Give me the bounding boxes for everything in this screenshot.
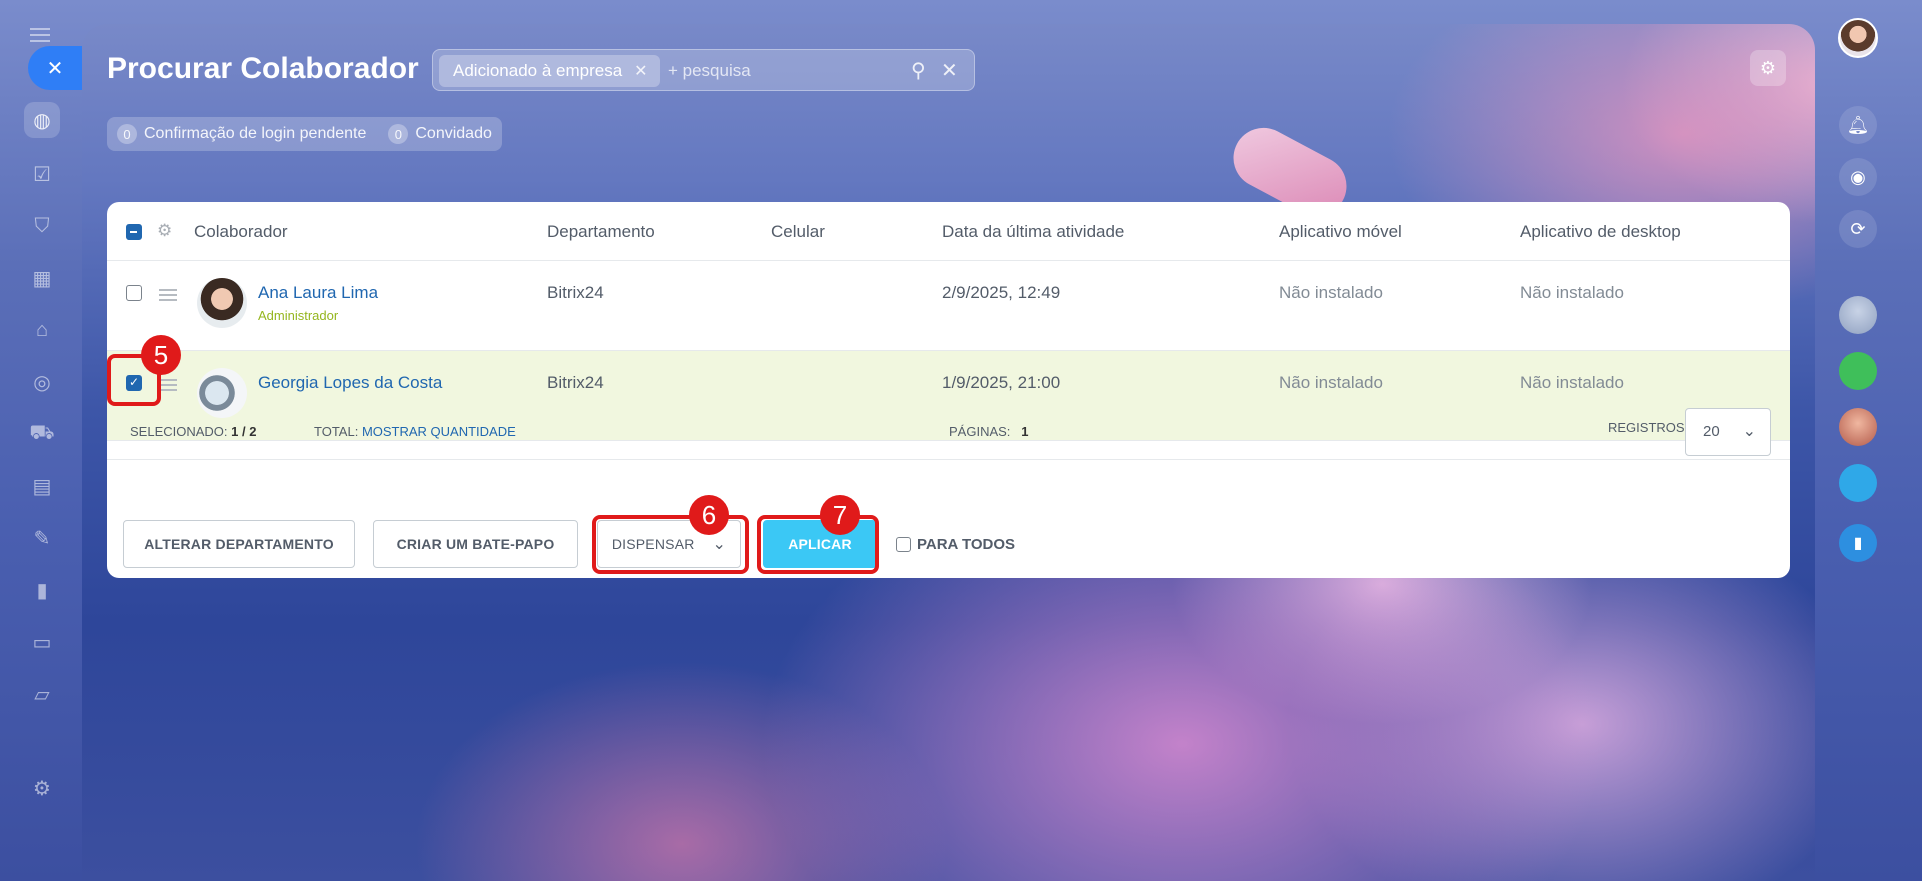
column-header-desktop-app[interactable]: Aplicativo de desktop xyxy=(1520,222,1681,242)
counter-number: 0 xyxy=(117,124,137,144)
bookmark-icon[interactable]: ▮ xyxy=(1839,524,1877,562)
counter-bar: 0 Confirmação de login pendente 0 Convid… xyxy=(107,117,502,151)
column-header-last-activity[interactable]: Data da última atividade xyxy=(942,222,1124,242)
mobile-app-cell: Não instalado xyxy=(1279,373,1383,392)
mobile-app-cell: Não instalado xyxy=(1279,283,1383,302)
department-cell: Bitrix24 xyxy=(547,283,604,302)
menu-icon[interactable] xyxy=(30,28,50,42)
bell-icon[interactable]: 🔔︎ xyxy=(1839,106,1877,144)
search-bar[interactable]: Adicionado à empresa ✕ ⚲ ✕ xyxy=(432,49,975,91)
employee-grid: ⚙ Colaborador Departamento Celular Data … xyxy=(107,202,1790,578)
selected-label: SELECIONADO: xyxy=(130,424,228,439)
last-activity-cell: 2/9/2025, 12:49 xyxy=(942,283,1061,302)
department-cell: Bitrix24 xyxy=(547,373,604,392)
page-settings-button[interactable]: ⚙ xyxy=(1750,50,1786,86)
pages-indicator: PÁGINAS: 1 xyxy=(949,424,1029,439)
column-header-employee[interactable]: Colaborador xyxy=(194,222,288,242)
grid-header: ⚙ Colaborador Departamento Celular Data … xyxy=(107,202,1790,261)
selected-count: SELECIONADO: 1 / 2 xyxy=(130,424,256,439)
app-green-icon[interactable] xyxy=(1839,352,1877,390)
drag-handle-icon[interactable] xyxy=(159,379,177,391)
selected-value: 1 / 2 xyxy=(231,424,257,439)
annotation-badge: 6 xyxy=(689,495,729,535)
counter-invited[interactable]: 0 Convidado xyxy=(388,124,492,144)
annotation-highlight-apply xyxy=(757,515,879,574)
close-slider-button[interactable]: ✕ xyxy=(28,46,82,90)
desktop-app-cell: Não instalado xyxy=(1520,283,1624,302)
contacts-icon[interactable]: ▭ xyxy=(24,624,60,660)
create-chat-button[interactable]: CRIAR UM BATE-PAPO xyxy=(373,520,578,568)
change-department-button[interactable]: ALTERAR DEPARTAMENTO xyxy=(123,520,355,568)
annotation-badge: 5 xyxy=(141,335,181,375)
counter-label: Confirmação de login pendente xyxy=(144,125,367,142)
target-icon[interactable]: ◎ xyxy=(24,364,60,400)
left-sidebar: ◍ ☑ ⛉ ▦ ⌂ ◎ ⛟ ▤ ✎ ▮ ▭ ▱ ⚙ xyxy=(0,0,82,881)
total-label: TOTAL: xyxy=(314,424,359,439)
counter-label: Convidado xyxy=(415,125,492,142)
table-row[interactable]: Ana Laura Lima Administrador Bitrix24 2/… xyxy=(107,261,1790,351)
cart-icon[interactable]: ⛟ xyxy=(24,416,60,452)
settings-sidebar-icon[interactable]: ⚙ xyxy=(24,770,60,806)
annotation-badge: 7 xyxy=(820,495,860,535)
records-label: REGISTROS: xyxy=(1608,420,1689,435)
feed-icon[interactable]: ◍ xyxy=(24,102,60,138)
column-header-phone[interactable]: Celular xyxy=(771,222,825,242)
select-all-checkbox[interactable] xyxy=(126,224,142,240)
analytics-icon[interactable]: ▮ xyxy=(24,572,60,608)
contact-avatar-2[interactable] xyxy=(1839,408,1877,446)
gear-icon: ⚙ xyxy=(1759,57,1777,78)
inbox-icon[interactable]: ▱ xyxy=(24,676,60,712)
remove-filter-icon[interactable]: ✕ xyxy=(634,61,647,81)
counter-number: 0 xyxy=(388,124,409,144)
copilot-icon[interactable]: ◉ xyxy=(1839,158,1877,196)
column-header-mobile-app[interactable]: Aplicativo móvel xyxy=(1279,222,1402,242)
avatar xyxy=(197,278,247,328)
clear-search-icon[interactable]: ✕ xyxy=(941,58,958,83)
close-icon: ✕ xyxy=(46,57,64,80)
employee-name-link[interactable]: Ana Laura Lima xyxy=(258,283,378,303)
page-title: Procurar Colaborador xyxy=(107,52,419,85)
calendar-icon[interactable]: ▦ xyxy=(24,260,60,296)
sign-icon[interactable]: ✎ xyxy=(24,520,60,556)
store-icon[interactable]: ⌂ xyxy=(24,312,60,348)
chat-app-icon[interactable] xyxy=(1839,464,1877,502)
records-value: 20 xyxy=(1703,423,1720,440)
search-icon[interactable]: ⚲ xyxy=(911,58,926,83)
last-activity-cell: 1/9/2025, 21:00 xyxy=(942,373,1061,392)
docs-icon[interactable]: ▤ xyxy=(24,468,60,504)
counter-pending-login[interactable]: 0 Confirmação de login pendente xyxy=(117,124,366,144)
crm-icon[interactable]: ⛉ xyxy=(24,208,60,244)
for-all-checkbox[interactable] xyxy=(896,537,911,552)
filter-chip[interactable]: Adicionado à empresa ✕ xyxy=(439,55,660,87)
contact-avatar-1[interactable] xyxy=(1839,296,1877,334)
column-settings-icon[interactable]: ⚙ xyxy=(157,221,172,241)
pages-label: PÁGINAS: xyxy=(949,424,1011,439)
chevron-down-icon: ⌄ xyxy=(1742,423,1756,440)
column-header-department[interactable]: Departamento xyxy=(547,222,655,242)
pages-value[interactable]: 1 xyxy=(1021,424,1028,439)
sync-icon[interactable]: ⟳ xyxy=(1839,210,1877,248)
filter-chip-label: Adicionado à empresa xyxy=(453,61,623,80)
desktop-app-cell: Não instalado xyxy=(1520,373,1624,392)
grid-footer: SELECIONADO: 1 / 2 TOTAL: MOSTRAR QUANTI… xyxy=(107,398,1790,460)
for-all-option[interactable]: PARA TODOS xyxy=(896,536,1015,553)
row-checkbox[interactable] xyxy=(126,285,142,301)
drag-handle-icon[interactable] xyxy=(159,289,177,301)
total-count: TOTAL: MOSTRAR QUANTIDADE xyxy=(314,424,516,439)
search-input[interactable] xyxy=(668,55,908,87)
employee-role: Administrador xyxy=(258,308,339,323)
records-per-page-select[interactable]: 20 ⌄ xyxy=(1685,408,1771,456)
tasks-icon[interactable]: ☑ xyxy=(24,156,60,192)
for-all-label: PARA TODOS xyxy=(917,536,1016,553)
employee-name-link[interactable]: Georgia Lopes da Costa xyxy=(258,373,442,393)
user-avatar-top[interactable] xyxy=(1838,18,1878,58)
show-quantity-link[interactable]: MOSTRAR QUANTIDADE xyxy=(362,424,516,439)
